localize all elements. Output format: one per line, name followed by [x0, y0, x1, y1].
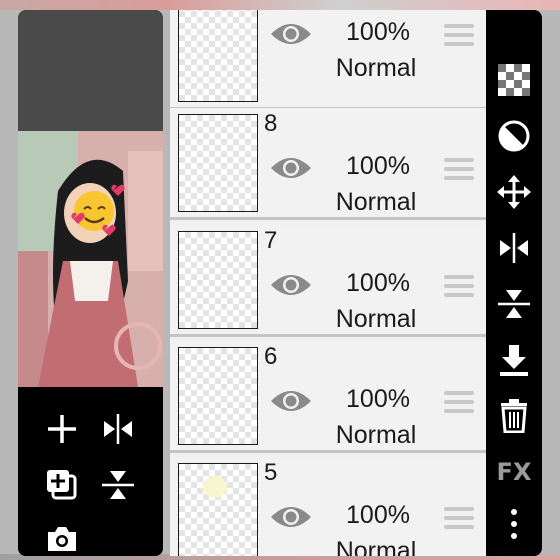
flip-vertical-icon[interactable]	[496, 286, 532, 322]
layer-blend-mode[interactable]: Normal	[320, 54, 432, 83]
layer-opacity[interactable]: 100%	[342, 385, 414, 414]
left-toolbar	[18, 387, 163, 556]
flip-horizontal-icon[interactable]	[496, 230, 532, 266]
layer-number: 6	[264, 343, 278, 370]
visibility-eye-icon[interactable]	[269, 387, 313, 415]
merge-down-icon[interactable]	[496, 342, 532, 378]
visibility-eye-icon[interactable]	[269, 154, 313, 182]
contrast-icon[interactable]	[496, 118, 532, 154]
move-icon[interactable]	[496, 174, 532, 210]
layer-number: 9	[264, 10, 277, 14]
drag-handle-icon[interactable]	[444, 275, 474, 299]
layer-opacity[interactable]: 100%	[342, 152, 414, 181]
left-panel	[18, 10, 163, 556]
layer-thumbnail[interactable]	[178, 10, 258, 102]
camera-icon[interactable]	[42, 519, 82, 556]
layer-number: 5	[264, 459, 278, 486]
layer-blend-mode[interactable]: Normal	[320, 421, 432, 450]
visibility-eye-icon[interactable]	[269, 271, 313, 299]
transparency-icon[interactable]	[496, 62, 532, 98]
layers-list[interactable]: 9 100% Normal 8 100% Normal 7 100% Norma…	[170, 10, 486, 556]
layer-blend-mode[interactable]: Normal	[320, 305, 432, 334]
add-layer-icon[interactable]	[42, 409, 82, 449]
layer-row[interactable]: 8 100% Normal	[170, 108, 486, 220]
canvas-thumbnail[interactable]	[18, 131, 163, 387]
drag-handle-icon[interactable]	[444, 507, 474, 531]
flip-vertical-icon[interactable]	[98, 465, 138, 505]
layer-row[interactable]: 9 100% Normal	[170, 10, 486, 110]
layer-thumbnail[interactable]	[178, 231, 258, 329]
fx-label: FX	[496, 458, 532, 486]
layer-opacity[interactable]: 100%	[342, 501, 414, 530]
layer-row[interactable]: 7 100% Normal	[170, 225, 486, 337]
trash-icon[interactable]	[496, 398, 532, 434]
layer-thumbnail[interactable]	[178, 114, 258, 212]
flip-horizontal-icon[interactable]	[98, 409, 138, 449]
layer-number: 8	[264, 110, 278, 137]
layer-blend-mode[interactable]: Normal	[320, 188, 432, 217]
drag-handle-icon[interactable]	[444, 158, 474, 182]
drag-handle-icon[interactable]	[444, 24, 474, 48]
layer-content-blob	[203, 476, 227, 498]
layer-number: 7	[264, 227, 278, 254]
layer-thumbnail[interactable]	[178, 347, 258, 445]
duplicate-layer-icon[interactable]	[42, 465, 82, 505]
drag-handle-icon[interactable]	[444, 391, 474, 415]
layer-opacity[interactable]: 100%	[342, 18, 414, 47]
layer-opacity[interactable]: 100%	[342, 269, 414, 298]
layer-preview-empty	[18, 10, 163, 131]
right-toolbar: FX	[486, 10, 542, 556]
more-icon[interactable]	[496, 506, 532, 542]
layer-row[interactable]: 5 100% Normal	[170, 457, 486, 556]
fx-icon[interactable]: FX	[496, 454, 532, 490]
visibility-eye-icon[interactable]	[269, 503, 313, 531]
layer-blend-mode[interactable]: Normal	[320, 537, 432, 556]
layer-thumbnail[interactable]	[178, 463, 258, 556]
canvas-background-top	[0, 0, 560, 10]
visibility-eye-icon[interactable]	[269, 20, 313, 48]
layer-row[interactable]: 6 100% Normal	[170, 341, 486, 453]
